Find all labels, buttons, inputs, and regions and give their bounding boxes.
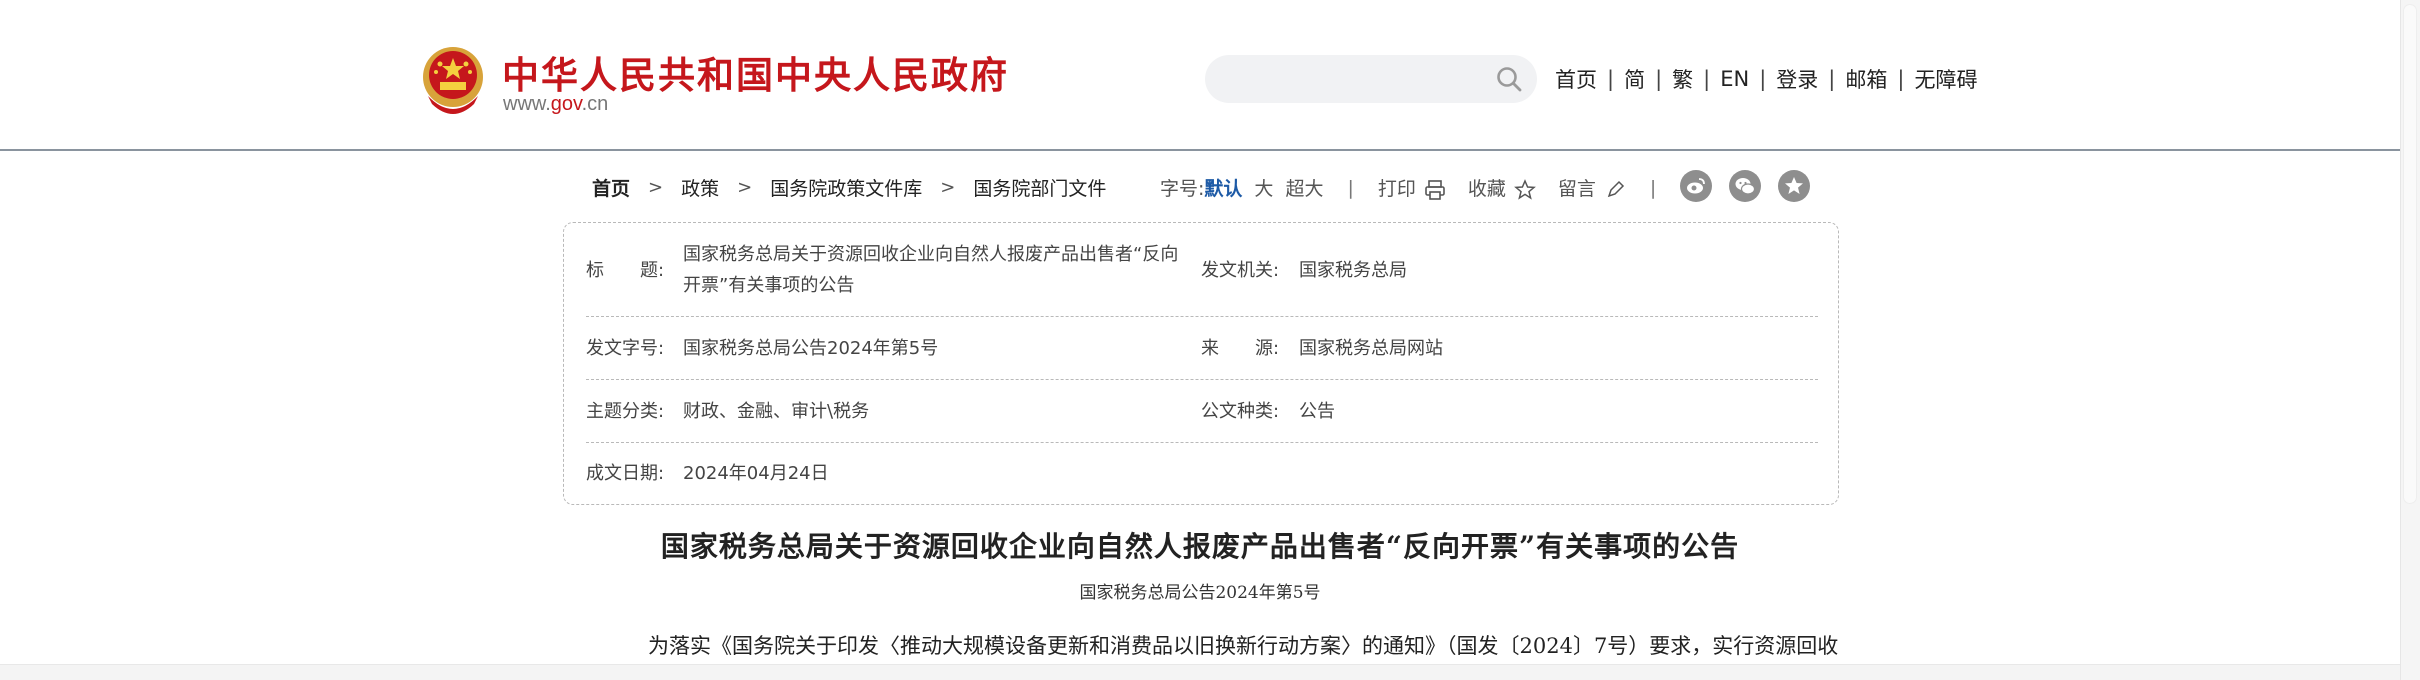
- doc-type-label: 公文种类:: [1201, 401, 1280, 422]
- nav-separator: |: [1828, 67, 1836, 91]
- url-suffix: .cn: [581, 93, 609, 115]
- bottom-edge: [0, 664, 2400, 680]
- article-title: 国家税务总局关于资源回收企业向自然人报废产品出售者“反向开票”有关事项的公告: [660, 530, 1740, 563]
- doc-number-value: 国家税务总局公告2024年第5号: [683, 338, 939, 359]
- comment-label: 留言: [1557, 178, 1596, 200]
- search-icon[interactable]: [1495, 65, 1523, 93]
- favorite-star-icon[interactable]: [1778, 170, 1810, 202]
- site-header: 中华人民共和国中央人民政府 www.gov.cn 首页 | 简 | 繁 | EN…: [0, 0, 2400, 151]
- info-row-title: 标 题: 国家税务总局关于资源回收企业向自然人报废产品出售者“反向开票”有关事项…: [586, 223, 1818, 317]
- print-label: 打印: [1377, 178, 1416, 200]
- title-value: 国家税务总局关于资源回收企业向自然人报废产品出售者“反向开票”有关事项的公告: [683, 244, 1179, 296]
- article-subtitle: 国家税务总局公告2024年第5号: [1079, 583, 1321, 603]
- breadcrumb-home[interactable]: 首页: [592, 174, 630, 201]
- breadcrumb-separator: >: [648, 177, 664, 198]
- scrollbar-thumb[interactable]: [2403, 4, 2417, 504]
- search-input[interactable]: [1225, 63, 1475, 95]
- nav-separator: |: [1759, 67, 1767, 91]
- nav-login[interactable]: 登录: [1776, 64, 1818, 94]
- date-value: 2024年04月24日: [683, 463, 829, 484]
- favorite-label: 收藏: [1467, 178, 1506, 200]
- topic-value: 财政、金融、审计\税务: [683, 401, 870, 422]
- comment-button[interactable]: 留言: [1558, 174, 1626, 201]
- info-row-date: 成文日期: 2024年04月24日: [586, 443, 1818, 505]
- site-title[interactable]: 中华人民共和国中央人民政府: [502, 45, 1009, 99]
- issuer-label: 发文机关:: [1201, 260, 1280, 281]
- title-label: 标 题:: [586, 260, 665, 281]
- weibo-icon[interactable]: [1680, 170, 1712, 202]
- url-prefix: www.: [503, 93, 551, 115]
- search-box: [1205, 55, 1537, 103]
- tools-separator: |: [1347, 176, 1354, 199]
- nav-separator: |: [1655, 67, 1663, 91]
- breadcrumb-policy[interactable]: 政策: [681, 174, 719, 201]
- site-url[interactable]: www.gov.cn: [503, 93, 608, 116]
- date-label: 成文日期:: [586, 463, 665, 484]
- nav-home[interactable]: 首页: [1555, 64, 1597, 94]
- document-info-table: 标 题: 国家税务总局关于资源回收企业向自然人报废产品出售者“反向开票”有关事项…: [563, 222, 1839, 505]
- page-tools: 字号: 默认 大 超大 | 打印 收藏 留言 |: [1160, 174, 1680, 201]
- national-emblem-icon[interactable]: [418, 44, 488, 118]
- nav-simplified[interactable]: 简: [1624, 64, 1645, 94]
- url-gov: gov: [550, 93, 582, 115]
- nav-accessibility[interactable]: 无障碍: [1914, 64, 1977, 94]
- font-size-label: 字号:: [1160, 178, 1205, 200]
- doc-type-value: 公告: [1299, 401, 1335, 422]
- info-row-topic: 主题分类: 财政、金融、审计\税务 公文种类: 公告: [586, 380, 1818, 443]
- nav-mail[interactable]: 邮箱: [1845, 64, 1887, 94]
- source-value: 国家税务总局网站: [1299, 338, 1443, 359]
- breadcrumb-department-docs[interactable]: 国务院部门文件: [973, 174, 1106, 201]
- font-size-default[interactable]: 默认: [1204, 174, 1242, 201]
- nav-separator: |: [1607, 67, 1615, 91]
- printer-icon: [1425, 179, 1445, 200]
- star-outline-icon: [1513, 178, 1536, 200]
- favorite-button[interactable]: 收藏: [1468, 174, 1536, 201]
- tools-separator: |: [1649, 176, 1657, 199]
- breadcrumb-separator: >: [940, 177, 956, 198]
- breadcrumb-policy-library[interactable]: 国务院政策文件库: [770, 174, 922, 201]
- pencil-icon: [1607, 180, 1624, 197]
- font-size-xlarge[interactable]: 超大: [1285, 174, 1323, 201]
- topic-label: 主题分类:: [586, 401, 665, 422]
- wechat-icon[interactable]: [1729, 170, 1761, 202]
- issuer-value: 国家税务总局: [1299, 260, 1407, 281]
- article-body-first-line: 为落实《国务院关于印发〈推动大规模设备更新和消费品以旧换新行动方案〉的通知》（国…: [648, 634, 1839, 658]
- font-size-large[interactable]: 大: [1254, 174, 1273, 201]
- breadcrumb: 首页 > 政策 > 国务院政策文件库 > 国务院部门文件: [592, 174, 1106, 201]
- nav-english[interactable]: EN: [1720, 67, 1749, 91]
- nav-separator: |: [1897, 67, 1905, 91]
- source-label: 来 源:: [1201, 338, 1280, 359]
- nav-traditional[interactable]: 繁: [1672, 64, 1693, 94]
- info-row-docno: 发文字号: 国家税务总局公告2024年第5号 来 源: 国家税务总局网站: [586, 317, 1818, 380]
- breadcrumb-separator: >: [737, 177, 753, 198]
- doc-number-label: 发文字号:: [586, 338, 665, 359]
- top-nav: 首页 | 简 | 繁 | EN | 登录 | 邮箱 | 无障碍: [1555, 64, 1977, 94]
- nav-separator: |: [1703, 67, 1711, 91]
- print-button[interactable]: 打印: [1378, 174, 1446, 201]
